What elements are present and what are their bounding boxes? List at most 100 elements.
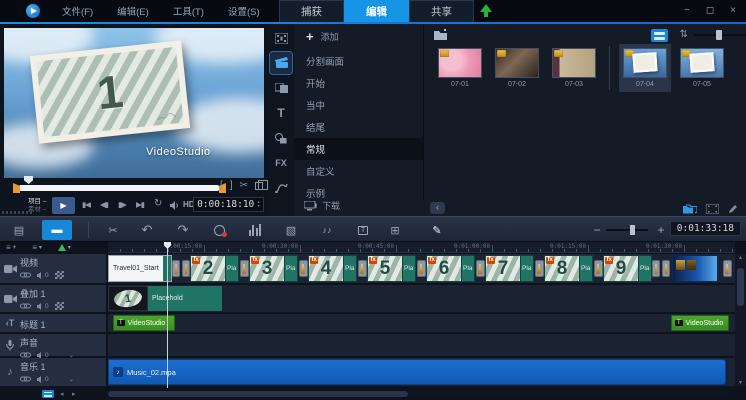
category-item[interactable]: 开始 — [294, 72, 423, 94]
menu-item[interactable]: 编辑(E) — [117, 4, 149, 18]
slider-thumb[interactable] — [716, 30, 722, 40]
timeline-zoom-slider[interactable] — [606, 229, 648, 231]
editing-tools-button[interactable]: ✂ — [100, 220, 126, 240]
split-clip-button[interactable]: ✂ — [240, 180, 248, 191]
restore-button[interactable]: ◻ — [706, 2, 714, 20]
video-clip-placeholder[interactable]: fx6 — [426, 255, 462, 282]
video-clip-placeholder[interactable]: fx8 — [544, 255, 580, 282]
title-clip[interactable]: T VideoStudio — [671, 315, 729, 331]
list-view-toggle-button[interactable] — [651, 29, 668, 42]
scrubber-bar[interactable] — [18, 185, 220, 191]
upgrade-arrow-icon[interactable] — [480, 4, 492, 18]
title-track-lane[interactable]: T VideoStudio T VideoStudio — [108, 314, 735, 332]
subtitle-editor-button[interactable]: T — [350, 220, 376, 240]
link-icon[interactable] — [20, 303, 31, 309]
video-clip-placeholder[interactable]: fx9 — [603, 255, 639, 282]
track-header-voice[interactable]: 声音 0 ⌄ — [0, 334, 106, 356]
voice-track-lane[interactable] — [108, 334, 735, 356]
mode-tab[interactable]: 共享 — [409, 0, 474, 22]
graphic-library-button[interactable] — [270, 127, 292, 149]
motion-path-library-button[interactable] — [270, 177, 292, 199]
video-clip-placeholder[interactable]: fx5 — [367, 255, 403, 282]
transition-icon[interactable] — [722, 255, 732, 282]
transition-icon[interactable] — [172, 255, 190, 282]
enlarge-preview-button[interactable] — [255, 182, 263, 190]
video-clip-placeholder[interactable]: fx7 — [485, 255, 521, 282]
video-track-lane[interactable]: Travel01_Startfx2Plafx3Plafx4Plafx5Plafx… — [108, 254, 735, 283]
music-clip[interactable]: ♪ Music_02.mpa — [108, 359, 726, 385]
transition-icon[interactable] — [239, 255, 249, 282]
undo-button[interactable]: ↶ — [134, 220, 160, 240]
filmstrip-icon[interactable] — [706, 204, 719, 214]
sort-button[interactable]: ⇅ — [680, 29, 688, 40]
clip-tag[interactable]: Pla — [403, 255, 416, 282]
clip-tag[interactable]: Pla — [639, 255, 652, 282]
track-volume[interactable]: 0 — [37, 303, 49, 310]
overlay-clip-thumbnail[interactable]: 1 — [108, 286, 148, 311]
track-header-video[interactable]: 视频 0 — [0, 254, 106, 283]
transition-library-button[interactable] — [270, 77, 292, 99]
redo-button[interactable]: ↷ — [170, 220, 196, 240]
project-mode-button[interactable]: 项目 – — [28, 198, 46, 206]
mark-out-button[interactable]: ] — [230, 180, 233, 191]
template-thumbnail[interactable]: 07-04 — [623, 48, 667, 88]
menu-item[interactable]: 设置(S) — [228, 4, 260, 18]
record-capture-button[interactable] — [206, 220, 232, 240]
transition-icon[interactable] — [652, 255, 670, 282]
preview-viewport[interactable]: 1 VideoStudio — [4, 28, 264, 178]
multicam-editor-button[interactable]: ⊞ — [382, 220, 408, 240]
loop-button[interactable]: ↻ — [154, 198, 162, 209]
transparency-icon[interactable] — [55, 271, 64, 279]
chapter-marker[interactable] — [24, 176, 33, 184]
category-item[interactable]: 分割画面 — [294, 50, 423, 72]
transition-icon[interactable] — [475, 255, 485, 282]
chevron-down-icon[interactable]: ⌄ — [69, 375, 74, 383]
overlay-track-lane[interactable]: 1 Placehold — [108, 285, 735, 312]
horizontal-scrollbar[interactable] — [108, 391, 735, 397]
clip-tag[interactable]: Pla — [521, 255, 534, 282]
scroll-left-button[interactable]: ◂ — [60, 390, 64, 398]
storyboard-view-button[interactable]: ▤ — [6, 220, 32, 240]
filter-library-button[interactable]: FX — [270, 152, 292, 174]
clip-tag[interactable]: Pla — [226, 255, 239, 282]
instant-project-library-button[interactable] — [270, 52, 292, 74]
template-thumbnail[interactable]: 07-03 — [552, 48, 596, 88]
video-clip-placeholder[interactable]: fx2 — [190, 255, 226, 282]
prev-frame-button[interactable]: ◀▮ — [100, 200, 108, 209]
clip-tag[interactable]: Pla — [285, 255, 298, 282]
minimize-button[interactable]: − — [684, 2, 690, 20]
vertical-scrollbar[interactable]: ▴ ▾ — [735, 254, 746, 386]
clip-tag[interactable]: Pla — [462, 255, 475, 282]
music-track-lane[interactable]: ♪ Music_02.mpa — [108, 358, 735, 386]
track-list-button[interactable]: ≡▾ — [32, 243, 42, 252]
category-item[interactable]: 当中 — [294, 94, 423, 116]
category-item[interactable]: 自定义 — [294, 160, 423, 182]
track-volume[interactable]: 0 — [37, 272, 49, 279]
video-clip-travel[interactable]: Travel01_Start — [108, 255, 172, 282]
add-category-button[interactable]: + 添加 — [294, 24, 423, 50]
track-header-title[interactable]: ‹T 标题 1 — [0, 314, 106, 332]
mode-tab[interactable]: 编辑 — [344, 0, 409, 22]
transition-icon[interactable] — [416, 255, 426, 282]
mark-in-button[interactable]: [ — [220, 180, 223, 191]
mask-creator-button[interactable]: ✎ — [424, 220, 450, 240]
category-item[interactable]: 常规 — [294, 138, 423, 160]
transparency-icon[interactable] — [55, 302, 64, 310]
mode-tab[interactable]: 捕获 — [279, 0, 344, 22]
title-clip[interactable]: T VideoStudio — [113, 315, 175, 331]
instant-project-button[interactable]: ▧ — [278, 220, 304, 240]
scroll-down-button[interactable]: ▾ — [735, 379, 746, 386]
scroll-up-button[interactable]: ▴ — [735, 254, 746, 261]
transition-icon[interactable] — [534, 255, 544, 282]
edit-pen-icon[interactable] — [728, 204, 738, 214]
title-library-button[interactable]: T — [270, 102, 292, 124]
play-button[interactable]: ▶ — [52, 197, 75, 214]
playhead[interactable] — [167, 242, 168, 388]
video-clip-placeholder[interactable]: fx3 — [249, 255, 285, 282]
project-duration-timecode[interactable]: 0:01:33:18 — [670, 221, 741, 236]
menu-item[interactable]: 工具(T) — [173, 4, 204, 18]
overlay-clip[interactable]: Placehold — [148, 286, 222, 311]
browse-folders-icon[interactable] — [683, 204, 697, 214]
sound-mixer-button[interactable] — [242, 220, 268, 240]
add-folder-icon[interactable] — [434, 29, 449, 41]
